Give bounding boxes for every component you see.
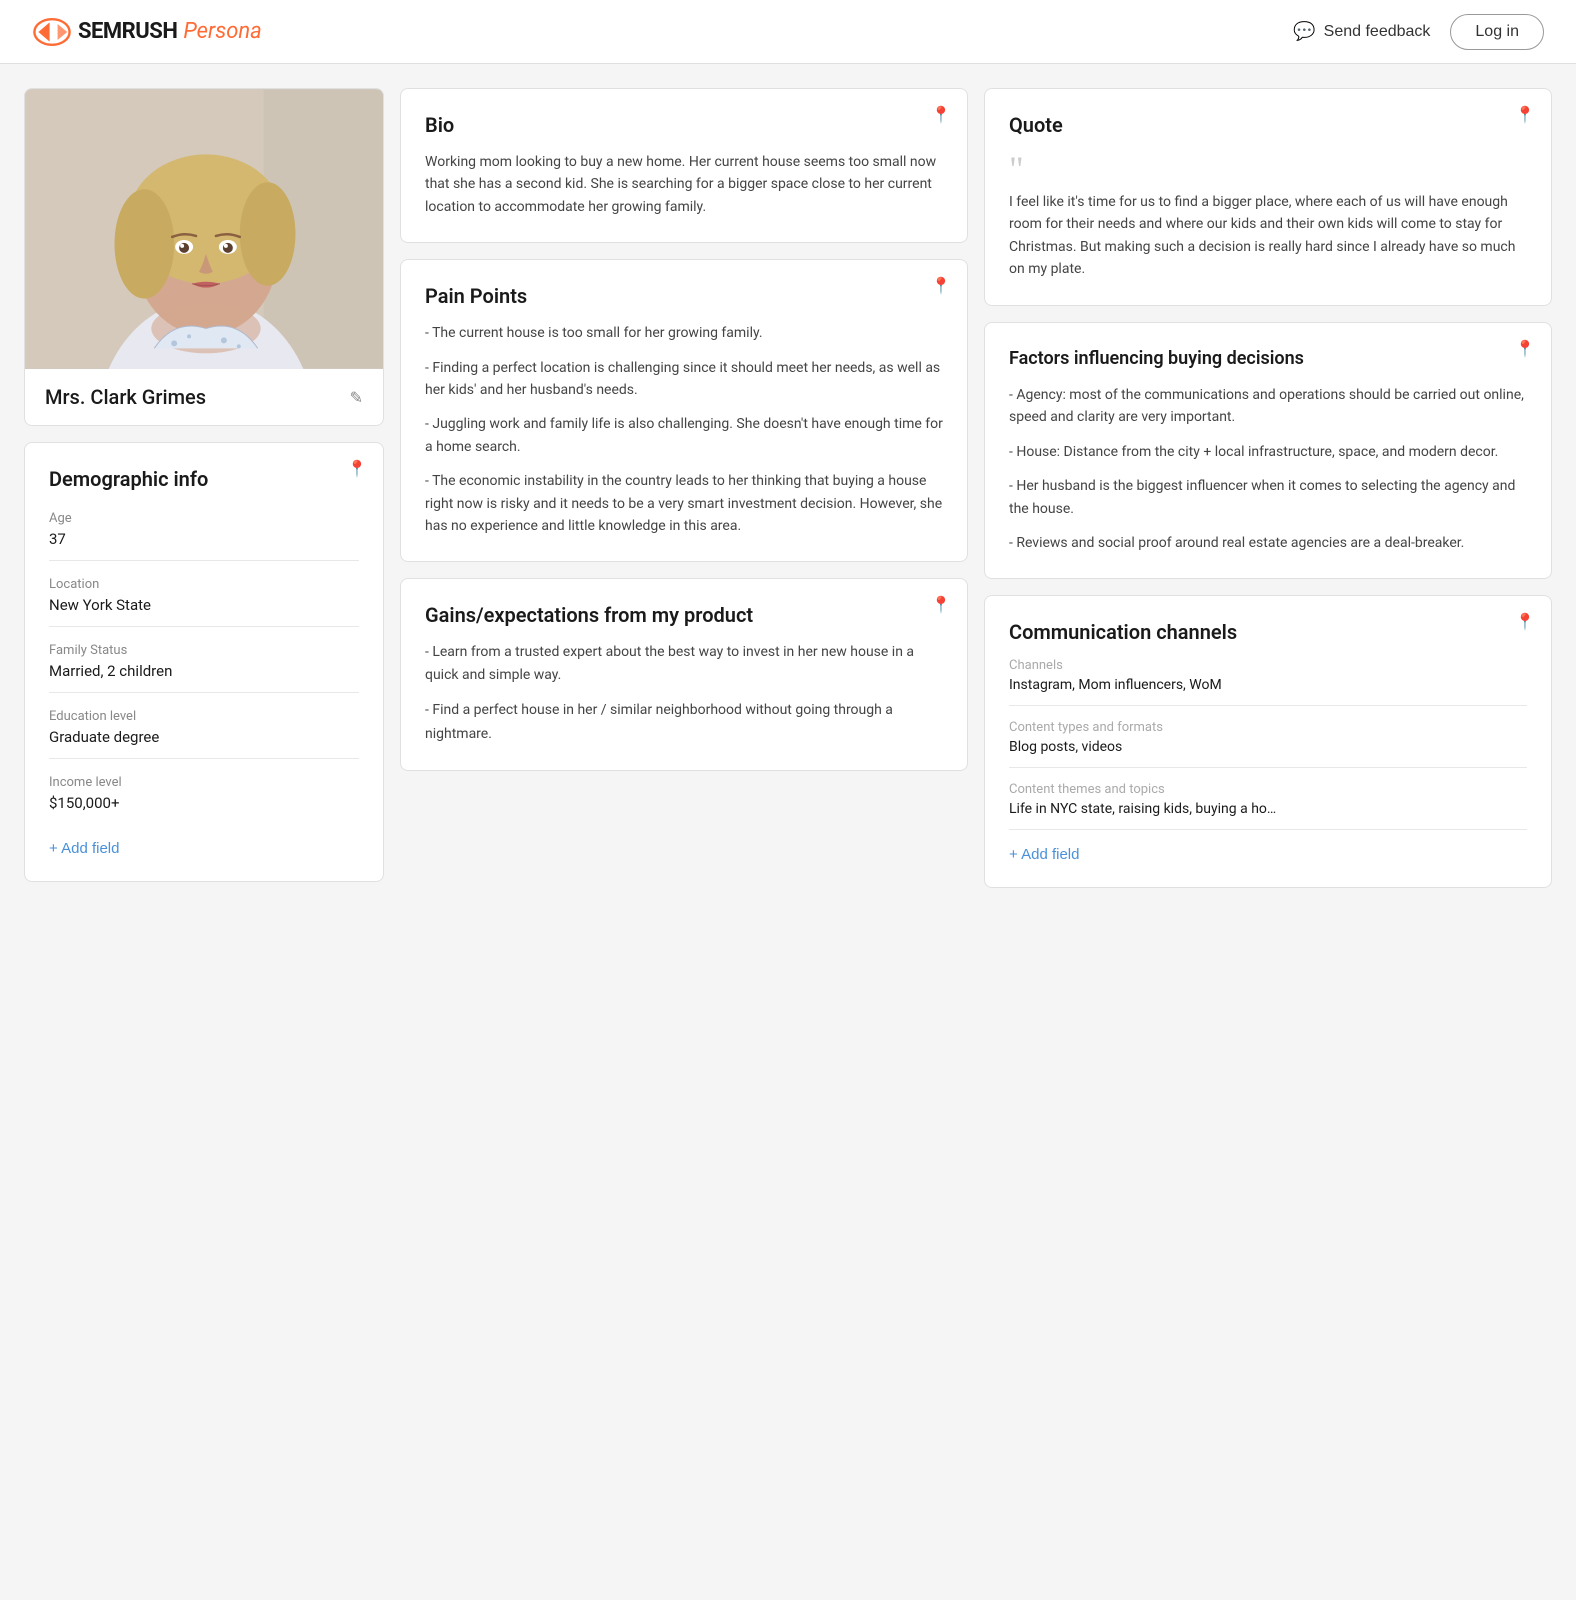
quote-pin-icon: 📍 <box>1515 105 1535 124</box>
content-themes-label: Content themes and topics <box>1009 782 1527 797</box>
content-themes-field: Content themes and topics Life in NYC st… <box>1009 782 1527 830</box>
communication-pin-icon: 📍 <box>1515 612 1535 631</box>
pain-points-title: Pain Points <box>425 284 943 308</box>
gains-item-1: - Find a perfect house in her / similar … <box>425 699 943 745</box>
pin-icon: 📍 <box>347 459 367 478</box>
content-themes-value: Life in NYC state, raising kids, buying … <box>1009 801 1527 817</box>
factors-text: - Agency: most of the communications and… <box>1009 384 1527 554</box>
age-value: 37 <box>49 530 359 548</box>
add-field-button[interactable]: + Add field <box>49 840 119 857</box>
location-field: Location New York State <box>49 577 359 627</box>
factors-pin-icon: 📍 <box>1515 339 1535 358</box>
chat-icon: 💬 <box>1293 21 1315 42</box>
send-feedback-label: Send feedback <box>1324 23 1431 41</box>
left-column: Mrs. Clark Grimes ✎ 📍 Demographic info A… <box>24 88 384 882</box>
quote-text: I feel like it's time for us to find a b… <box>1009 191 1527 281</box>
channels-field: Channels Instagram, Mom influencers, WoM <box>1009 658 1527 706</box>
quote-mark: " <box>1009 151 1527 187</box>
education-value: Graduate degree <box>49 728 359 746</box>
channels-value: Instagram, Mom influencers, WoM <box>1009 677 1527 693</box>
bio-title: Bio <box>425 113 943 137</box>
family-status-label: Family Status <box>49 643 359 658</box>
bio-text: Working mom looking to buy a new home. H… <box>425 151 943 218</box>
login-button[interactable]: Log in <box>1450 14 1544 50</box>
quote-title: Quote <box>1009 113 1527 137</box>
pain-point-item-2: - Juggling work and family life is also … <box>425 413 943 458</box>
channels-label: Channels <box>1009 658 1527 673</box>
right-column: 📍 Quote " I feel like it's time for us t… <box>984 88 1552 888</box>
logo-semrush-text: SEMRUSH <box>78 19 177 44</box>
logo: SEMRUSH Persona <box>32 16 262 48</box>
income-label: Income level <box>49 775 359 790</box>
profile-name: Mrs. Clark Grimes <box>45 385 206 409</box>
factors-item-0: - Agency: most of the communications and… <box>1009 384 1527 429</box>
factors-title: Factors influencing buying decisions <box>1009 347 1527 370</box>
education-field: Education level Graduate degree <box>49 709 359 759</box>
gains-title: Gains/expectations from my product <box>425 603 943 627</box>
demographic-title: Demographic info <box>49 467 359 491</box>
communication-card: 📍 Communication channels Channels Instag… <box>984 595 1552 888</box>
profile-name-row: Mrs. Clark Grimes ✎ <box>25 369 383 425</box>
education-label: Education level <box>49 709 359 724</box>
content-types-value: Blog posts, videos <box>1009 739 1527 755</box>
pain-points-text: - The current house is too small for her… <box>425 322 943 537</box>
communication-title: Communication channels <box>1009 620 1527 644</box>
family-status-field: Family Status Married, 2 children <box>49 643 359 693</box>
communication-add-field-button[interactable]: + Add field <box>1009 846 1079 863</box>
middle-column: 📍 Bio Working mom looking to buy a new h… <box>400 88 968 771</box>
edit-icon[interactable]: ✎ <box>350 388 363 407</box>
main-content: Mrs. Clark Grimes ✎ 📍 Demographic info A… <box>0 64 1576 912</box>
factors-card: 📍 Factors influencing buying decisions -… <box>984 322 1552 580</box>
factors-item-2: - Her husband is the biggest influencer … <box>1009 475 1527 520</box>
content-types-label: Content types and formats <box>1009 720 1527 735</box>
content-types-field: Content types and formats Blog posts, vi… <box>1009 720 1527 768</box>
pain-point-item-3: - The economic instability in the countr… <box>425 470 943 537</box>
gains-card: 📍 Gains/expectations from my product - L… <box>400 578 968 770</box>
header: SEMRUSH Persona 💬 Send feedback Log in <box>0 0 1576 64</box>
location-value: New York State <box>49 596 359 614</box>
profile-card: Mrs. Clark Grimes ✎ <box>24 88 384 426</box>
demographic-card: 📍 Demographic info Age 37 Location New Y… <box>24 442 384 882</box>
quote-card: 📍 Quote " I feel like it's time for us t… <box>984 88 1552 306</box>
income-field: Income level $150,000+ <box>49 775 359 824</box>
logo-persona-text: Persona <box>183 19 261 44</box>
send-feedback-button[interactable]: 💬 Send feedback <box>1293 21 1430 42</box>
pain-points-card: 📍 Pain Points - The current house is too… <box>400 259 968 562</box>
bio-pin-icon: 📍 <box>931 105 951 124</box>
profile-image-container <box>25 89 383 369</box>
header-right: 💬 Send feedback Log in <box>1293 14 1544 50</box>
age-label: Age <box>49 511 359 526</box>
factors-item-3: - Reviews and social proof around real e… <box>1009 532 1527 554</box>
location-label: Location <box>49 577 359 592</box>
semrush-logo-icon <box>32 16 72 48</box>
content-grid: Mrs. Clark Grimes ✎ 📍 Demographic info A… <box>24 88 1552 888</box>
family-status-value: Married, 2 children <box>49 662 359 680</box>
profile-photo <box>25 89 383 369</box>
pain-point-item-0: - The current house is too small for her… <box>425 322 943 344</box>
bio-card: 📍 Bio Working mom looking to buy a new h… <box>400 88 968 243</box>
factors-item-1: - House: Distance from the city + local … <box>1009 441 1527 463</box>
gains-item-0: - Learn from a trusted expert about the … <box>425 641 943 687</box>
pain-point-item-1: - Finding a perfect location is challeng… <box>425 357 943 402</box>
age-field: Age 37 <box>49 511 359 561</box>
gains-text: - Learn from a trusted expert about the … <box>425 641 943 745</box>
income-value: $150,000+ <box>49 794 359 812</box>
pain-points-pin-icon: 📍 <box>931 276 951 295</box>
gains-pin-icon: 📍 <box>931 595 951 614</box>
